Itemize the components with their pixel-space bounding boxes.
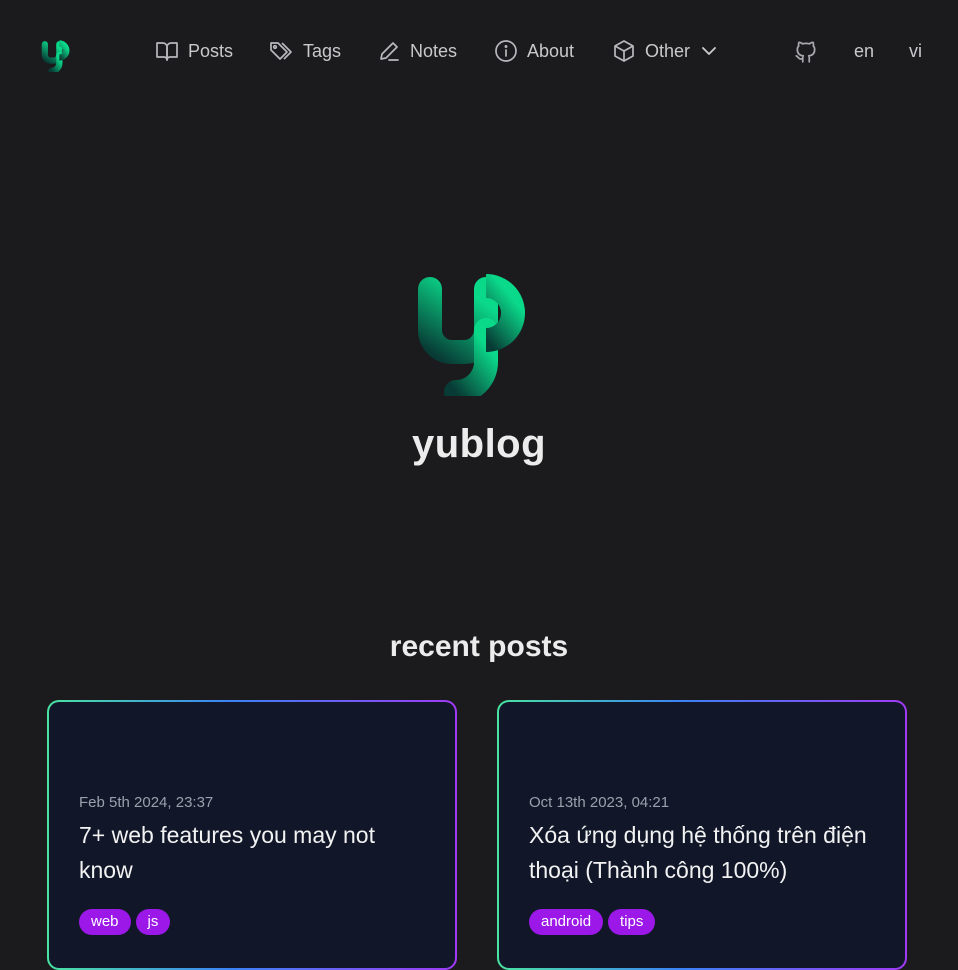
nav-about-label: About xyxy=(527,40,575,61)
post-title[interactable]: Xóa ứng dụng hệ thống trên điện thoại (T… xyxy=(529,818,869,888)
nav-about[interactable]: About xyxy=(494,36,574,66)
site-name: yublog xyxy=(411,422,547,466)
top-navbar: Posts Tags Notes About Other en vi xyxy=(0,0,958,100)
tag-badge[interactable]: web xyxy=(79,909,131,935)
tag-badge[interactable]: tips xyxy=(608,909,656,935)
nav-other-label: Other xyxy=(645,40,691,61)
tag-badge[interactable]: js xyxy=(135,909,171,935)
nav-tags-label: Tags xyxy=(303,40,342,61)
nav-other-dropdown[interactable]: Other xyxy=(612,36,719,66)
lang-vi-link[interactable]: vi xyxy=(909,36,922,66)
post-card-body: Oct 13th 2023, 04:21 Xóa ứng dụng hệ thố… xyxy=(499,702,905,968)
info-icon xyxy=(495,40,517,62)
tag-badge[interactable]: android xyxy=(529,909,604,935)
github-link[interactable] xyxy=(793,36,819,66)
nav-tags[interactable]: Tags xyxy=(269,36,341,66)
tags-icon xyxy=(270,42,292,60)
nav-posts-label: Posts xyxy=(188,40,234,61)
pencil-icon xyxy=(380,42,399,61)
post-card[interactable]: Oct 13th 2023, 04:21 Xóa ứng dụng hệ thố… xyxy=(497,700,907,970)
lang-en-link[interactable]: en xyxy=(854,36,874,66)
book-icon xyxy=(156,42,178,61)
post-date: Feb 5th 2024, 23:37 xyxy=(79,794,214,811)
cube-icon xyxy=(614,40,634,62)
site-logo-small[interactable] xyxy=(40,30,74,75)
nav-notes-label: Notes xyxy=(410,40,458,61)
nav-posts[interactable]: Posts xyxy=(155,36,233,66)
post-card[interactable]: Feb 5th 2024, 23:37 7+ web features you … xyxy=(47,700,457,970)
post-tags: android tips xyxy=(529,909,656,935)
post-title[interactable]: 7+ web features you may not know xyxy=(79,818,419,888)
github-icon xyxy=(795,41,816,63)
post-tags: web js xyxy=(79,909,171,935)
nav-notes[interactable]: Notes xyxy=(377,36,457,66)
site-logo-large xyxy=(418,234,536,404)
post-date: Oct 13th 2023, 04:21 xyxy=(529,794,670,811)
recent-posts-heading: recent posts xyxy=(389,630,569,663)
post-card-body: Feb 5th 2024, 23:37 7+ web features you … xyxy=(49,702,455,968)
chevron-down-icon xyxy=(702,47,716,55)
